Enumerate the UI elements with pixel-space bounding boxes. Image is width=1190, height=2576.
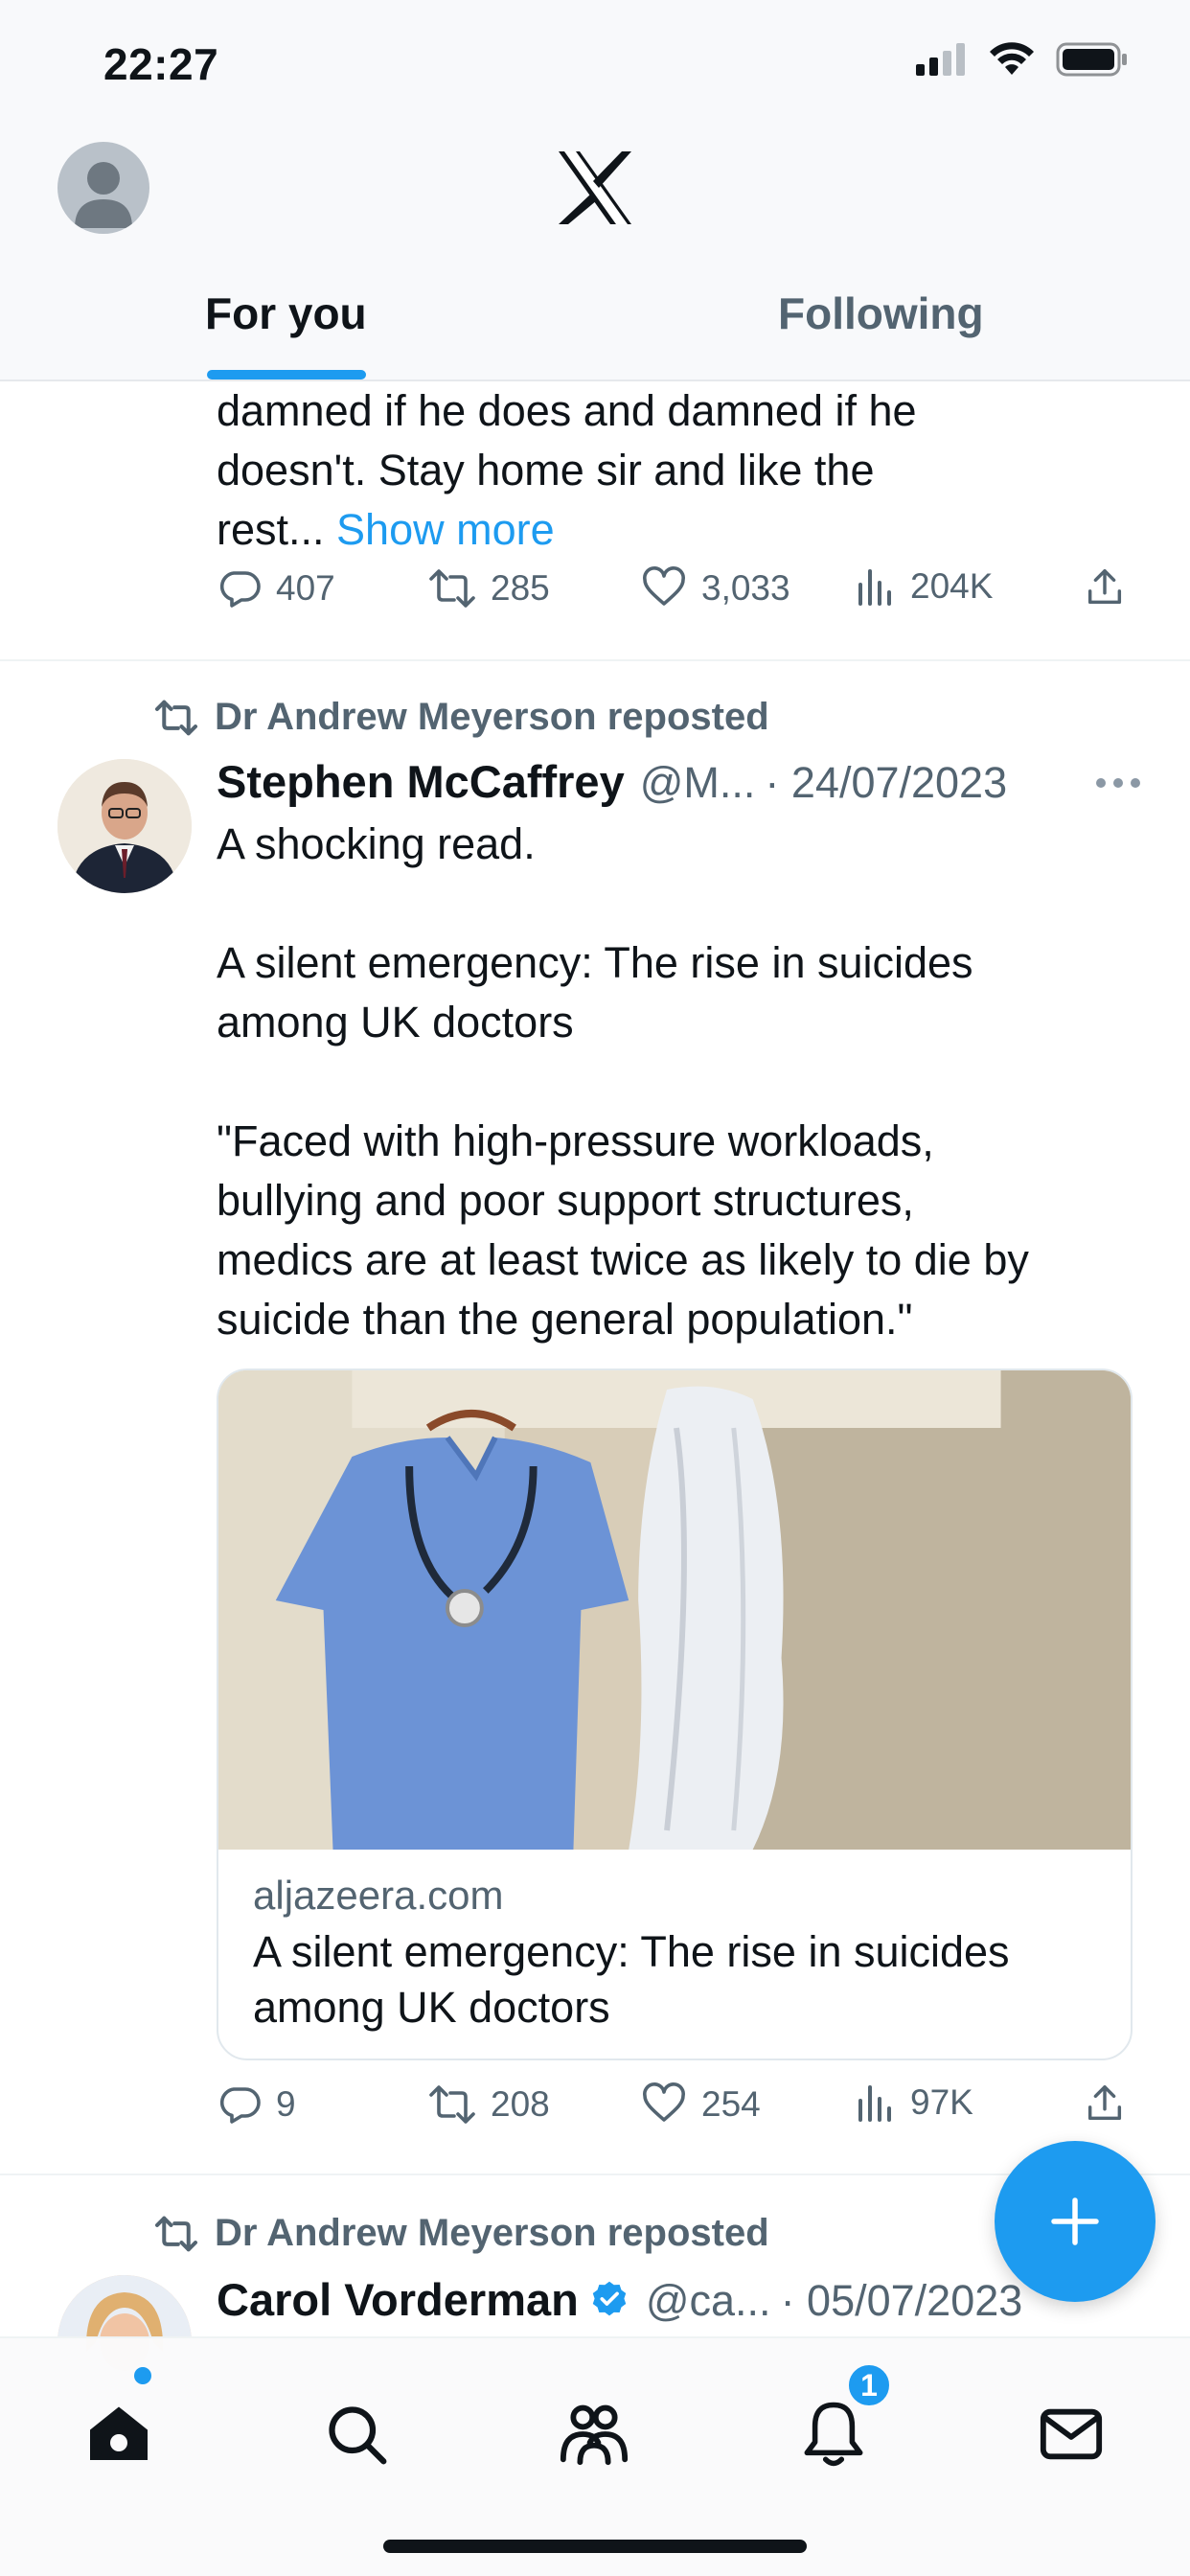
repost-indicator: Dr Andrew Meyerson reposted	[153, 696, 769, 739]
share-icon	[1087, 2085, 1122, 2121]
repost-button[interactable]: 208	[427, 2082, 550, 2128]
views-button[interactable]: 204K	[855, 565, 993, 608]
post-divider	[0, 659, 1190, 661]
views-icon	[858, 569, 891, 606]
tab-following[interactable]: Following	[778, 288, 984, 339]
views-count: 204K	[910, 566, 994, 606]
link-card[interactable]: aljazeera.com A silent emergency: The ri…	[217, 1368, 1133, 2060]
like-button[interactable]: 254	[640, 2082, 761, 2128]
reply-count: 407	[276, 568, 335, 608]
views-icon	[858, 2085, 891, 2122]
repost-count: 208	[491, 2084, 550, 2124]
wifi-icon	[990, 42, 1034, 75]
profile-avatar[interactable]	[57, 142, 149, 234]
views-count: 97K	[910, 2082, 973, 2122]
post-text: damned if he does and damned if he doesn…	[217, 381, 1136, 560]
repost-icon	[429, 569, 475, 608]
nav-communities[interactable]	[556, 2396, 632, 2472]
repost-label: Dr Andrew Meyerson reposted	[215, 2212, 769, 2254]
home-new-content-dot	[134, 2367, 151, 2384]
repost-icon	[155, 700, 197, 735]
communities-icon	[560, 2404, 629, 2466]
status-time: 22:27	[103, 39, 219, 89]
author-photo	[57, 759, 192, 893]
repost-indicator: Dr Andrew Meyerson reposted	[153, 2212, 769, 2255]
like-button[interactable]: 3,033	[640, 565, 790, 611]
share-button[interactable]	[1083, 565, 1127, 610]
compose-post-button[interactable]	[995, 2141, 1156, 2302]
repost-icon	[155, 2216, 197, 2251]
link-card-domain: aljazeera.com	[253, 1873, 504, 1918]
post-text-line-end: rest...	[217, 505, 325, 554]
cellular-signal-icon	[916, 43, 965, 76]
x-logo-icon[interactable]	[555, 150, 635, 226]
author-row: Stephen McCaffrey @M... · 24/07/2023	[217, 755, 1007, 808]
reply-icon	[219, 571, 261, 608]
reply-count: 9	[276, 2084, 296, 2124]
author-name[interactable]: Stephen McCaffrey	[217, 755, 625, 808]
notifications-badge: 1	[845, 2361, 893, 2409]
status-icons	[916, 42, 1129, 77]
tab-for-you[interactable]: For you	[205, 288, 367, 339]
repost-button[interactable]: 285	[427, 565, 550, 611]
author-name[interactable]: Carol Vorderman	[217, 2273, 579, 2326]
views-button[interactable]: 97K	[855, 2082, 973, 2124]
verified-badge-icon	[592, 2281, 627, 2315]
post-actions: 407 285 3,033 204K	[217, 565, 1136, 623]
repost-count: 285	[491, 568, 550, 608]
reply-button[interactable]: 9	[217, 2082, 296, 2128]
post-date: · 24/07/2023	[765, 758, 1008, 807]
heart-icon	[643, 2082, 685, 2122]
home-icon	[90, 2406, 148, 2460]
default-avatar-icon	[75, 162, 132, 228]
show-more-link[interactable]: Show more	[336, 505, 555, 554]
author-row: Carol Vorderman @ca... · 05/07/2023	[217, 2273, 1022, 2326]
heart-icon	[643, 566, 685, 606]
post-text: A shocking read. A silent emergency: The…	[217, 819, 1029, 1344]
search-icon	[329, 2406, 387, 2465]
more-options-icon[interactable]	[1096, 778, 1140, 788]
notifications-icon	[804, 2402, 863, 2467]
messages-icon	[1040, 2408, 1103, 2460]
author-avatar[interactable]	[57, 759, 192, 893]
battery-icon	[1056, 42, 1127, 77]
post-text-line: doesn't. Stay home sir and like the	[217, 446, 875, 494]
plus-icon	[1051, 2197, 1099, 2245]
share-icon	[1087, 569, 1122, 605]
post-date: · 05/07/2023	[780, 2276, 1023, 2325]
post-actions: 9 208 254 97K	[217, 2082, 1136, 2139]
like-count: 254	[701, 2084, 761, 2124]
link-card-image	[218, 1370, 1131, 1850]
author-handle[interactable]: @ca...	[646, 2276, 771, 2326]
nav-home[interactable]	[80, 2396, 157, 2472]
share-button[interactable]	[1083, 2082, 1127, 2126]
reply-button[interactable]: 407	[217, 565, 335, 611]
bottom-navigation: 1	[0, 2336, 1190, 2576]
reply-icon	[219, 2087, 261, 2124]
nav-search[interactable]	[318, 2396, 395, 2472]
link-card-title: A silent emergency: The rise in suicides…	[253, 1927, 1010, 2032]
post-text-line: damned if he does and damned if he	[217, 386, 917, 435]
repost-icon	[429, 2085, 475, 2124]
repost-label: Dr Andrew Meyerson reposted	[215, 696, 769, 738]
like-count: 3,033	[701, 568, 790, 608]
post-text-line: rest... Show more	[217, 500, 1136, 560]
selected-tab-indicator	[207, 370, 366, 380]
author-handle[interactable]: @M...	[640, 758, 756, 808]
nav-messages[interactable]	[1033, 2396, 1110, 2472]
home-indicator[interactable]	[383, 2540, 807, 2553]
top-header: 22:27 For you Following	[0, 0, 1190, 381]
